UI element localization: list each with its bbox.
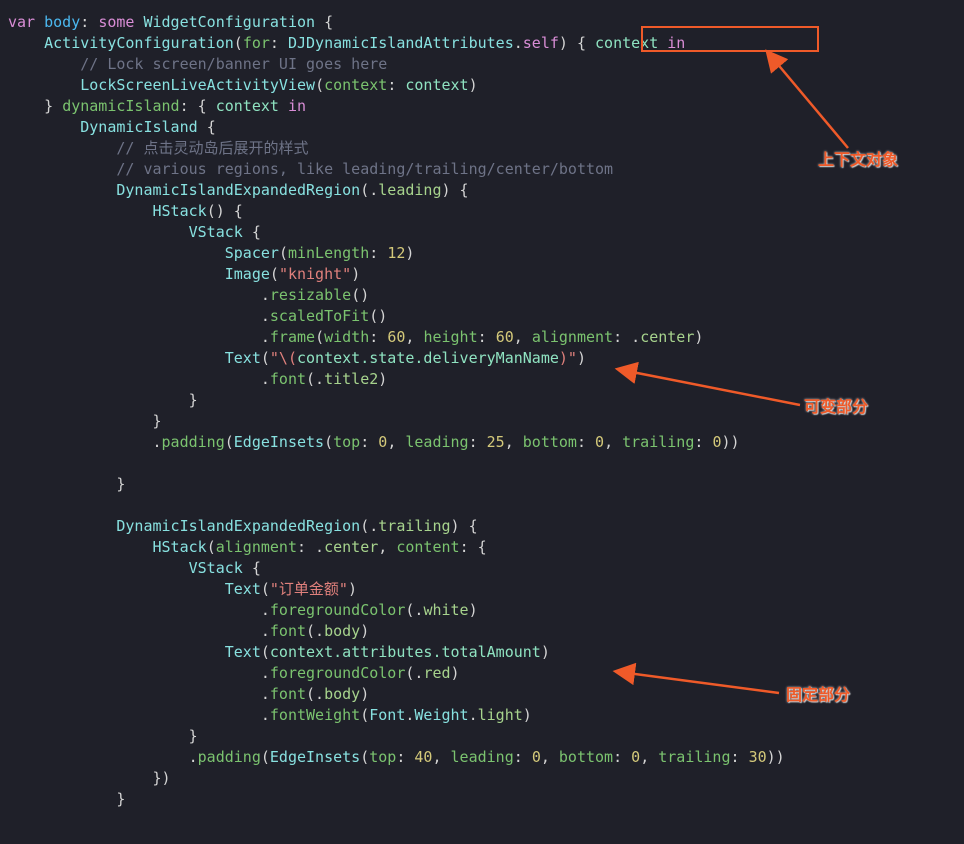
fn-hstack-1: HStack [153,202,207,220]
kw-self: self [523,34,559,52]
path-delivery: context.state.deliveryManName [297,349,559,367]
cmt-lockscreen: // Lock screen/banner UI goes here [80,55,387,73]
str-order: "订单金额" [270,580,348,598]
enum-body1: body [324,622,360,640]
num-tr30: 30 [749,748,767,766]
num-h60: 60 [496,328,514,346]
cmt-cn: // 点击灵动岛后展开的样式 [116,139,308,157]
kw-in-2: in [288,97,306,115]
type-activityconfig: ActivityConfiguration [44,34,234,52]
num-t0: 0 [378,433,387,451]
fn-hstack-2: HStack [153,538,207,556]
label-top2: top [369,748,396,766]
fn-font-1: font [270,370,306,388]
enum-leading: leading [378,181,441,199]
kw-in-1: in [667,34,685,52]
num-l0: 0 [532,748,541,766]
label-alignment2: alignment [216,538,297,556]
enum-title2: title2 [324,370,378,388]
label-context: context [324,76,387,94]
type-weight: Weight [414,706,468,724]
label-bottom2: bottom [559,748,613,766]
fn-vstack-2: VStack [189,559,243,577]
fn-fgcolor-1: foregroundColor [270,601,405,619]
enum-center: center [640,328,694,346]
num-12: 12 [387,244,405,262]
label-width: width [324,328,369,346]
num-b0b: 0 [631,748,640,766]
label-leading2: leading [451,748,514,766]
fn-text-1: Text [225,349,261,367]
enum-light: light [478,706,523,724]
str-close: )" [559,349,577,367]
num-w60: 60 [387,328,405,346]
fn-vstack-1: VStack [189,223,243,241]
cmt-regions: // various regions, like leading/trailin… [116,160,613,178]
label-minlength: minLength [288,244,369,262]
enum-trailing: trailing [378,517,450,535]
label-trailing2: trailing [658,748,730,766]
enum-white: white [423,601,468,619]
label-bottom1: bottom [523,433,577,451]
fn-text-2: Text [225,580,261,598]
type-expandedregion-2: DynamicIslandExpandedRegion [116,517,360,535]
ctx-param-2: context [216,97,279,115]
label-dynamicisland: dynamicIsland [62,97,179,115]
path-totalamount: context.attributes.totalAmount [270,643,541,661]
fn-padding-1: padding [162,433,225,451]
label-top1: top [333,433,360,451]
fn-font-3: font [270,685,306,703]
enum-body2: body [324,685,360,703]
fn-fontweight: fontWeight [270,706,360,724]
label-trailing1: trailing [622,433,694,451]
code-block: var body: some WidgetConfiguration { Act… [0,0,964,822]
fn-scaledtofit: scaledToFit [270,307,369,325]
enum-red: red [423,664,450,682]
type-attrs: DJDynamicIslandAttributes [288,34,514,52]
type-edgeinsets-1: EdgeInsets [234,433,324,451]
num-b0: 0 [595,433,604,451]
label-content: content [396,538,459,556]
kw-some: some [98,13,134,31]
fn-fgcolor-2: foregroundColor [270,664,405,682]
fn-lockscreenview: LockScreenLiveActivityView [80,76,315,94]
fn-image: Image [225,265,270,283]
ctx-param-1: context [595,34,658,52]
type-expandedregion-1: DynamicIslandExpandedRegion [116,181,360,199]
fn-resizable: resizable [270,286,351,304]
fn-text-3: Text [225,643,261,661]
fn-font-2: font [270,622,306,640]
fn-spacer: Spacer [225,244,279,262]
label-alignment: alignment [532,328,613,346]
type-edgeinsets-2: EdgeInsets [270,748,360,766]
num-t40: 40 [414,748,432,766]
type-font: Font [369,706,405,724]
str-knight: "knight" [279,265,351,283]
str-open: "\( [270,349,297,367]
fn-frame: frame [270,328,315,346]
enum-center2: center [324,538,378,556]
label-for: for [243,34,270,52]
kw-var: var [8,13,35,31]
num-l25: 25 [487,433,505,451]
fn-padding-2: padding [198,748,261,766]
type-dynamicisland: DynamicIsland [80,118,197,136]
prop-body: body [44,13,80,31]
arg-context: context [405,76,468,94]
label-leading1: leading [405,433,468,451]
label-height: height [423,328,477,346]
type-widgetconfig: WidgetConfiguration [143,13,315,31]
